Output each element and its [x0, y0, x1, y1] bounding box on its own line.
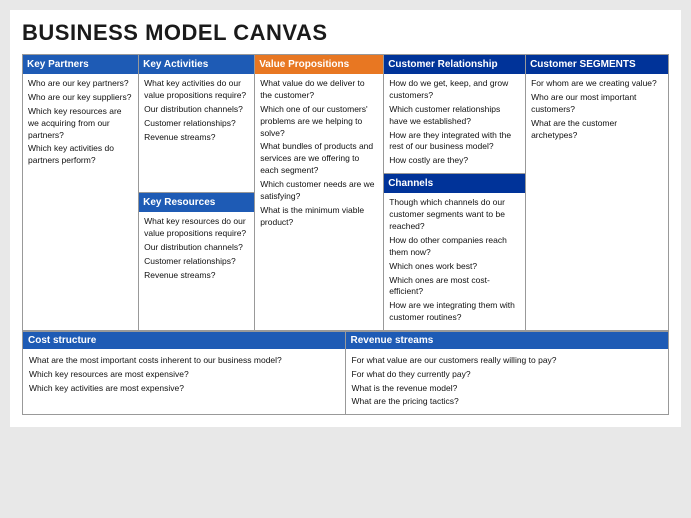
key-partners-body: Who are our key partners? Who are our ke… — [23, 74, 138, 330]
ch-item-5: How are we integrating them with custome… — [389, 300, 520, 324]
customer-segments-body: For whom are we creating value? Who are … — [526, 74, 668, 147]
vp-item-1: What value do we deliver to the customer… — [260, 78, 378, 102]
cost-structure-body: What are the most important costs inhere… — [23, 349, 345, 400]
key-resources-body: What key resources do our value proposit… — [139, 212, 254, 330]
key-activities-item-2: Our distribution channels? — [144, 104, 249, 116]
key-partners-item-4: Which key activities do partners perform… — [28, 143, 133, 167]
channels-body: Though which channels do our customer se… — [384, 193, 525, 330]
ch-item-1: Though which channels do our customer se… — [389, 197, 520, 233]
cost-item-2: Which key resources are most expensive? — [29, 368, 339, 381]
key-activities-item-4: Revenue streams? — [144, 132, 249, 144]
ch-item-2: How do other companies reach them now? — [389, 235, 520, 259]
cr-item-1: How do we get, keep, and grow customers? — [389, 78, 520, 102]
key-resources-item-3: Customer relationships? — [144, 256, 249, 268]
key-activities-item-3: Customer relationships? — [144, 118, 249, 130]
cr-item-2: Which customer relationships have we est… — [389, 104, 520, 128]
activities-resources-column: Key Activities What key activities do ou… — [139, 55, 255, 330]
ch-item-3: Which ones work best? — [389, 261, 520, 273]
key-resources-item-2: Our distribution channels? — [144, 242, 249, 254]
key-resources-cell: Key Resources What key resources do our … — [139, 193, 254, 330]
key-partners-item-1: Who are our key partners? — [28, 78, 133, 90]
cr-item-4: How costly are they? — [389, 155, 520, 167]
cost-structure-header: Cost structure — [23, 332, 345, 349]
customer-segments-header: Customer SEGMENTS — [526, 55, 668, 74]
revenue-streams-body: For what value are our customers really … — [346, 349, 669, 414]
key-resources-item-4: Revenue streams? — [144, 270, 249, 282]
key-partners-item-2: Who are our key suppliers? — [28, 92, 133, 104]
cs-item-1: For whom are we creating value? — [531, 78, 663, 90]
cs-item-2: Who are our most important customers? — [531, 92, 663, 116]
cr-item-3: How are they integrated with the rest of… — [389, 130, 520, 154]
key-activities-body: What key activities do our value proposi… — [139, 74, 254, 192]
key-partners-column: Key Partners Who are our key partners? W… — [23, 55, 139, 330]
channels-cell: Channels Though which channels do our cu… — [384, 174, 525, 330]
customer-relationship-cell: Customer Relationship How do we get, kee… — [384, 55, 525, 174]
revenue-item-2: For what do they currently pay? — [352, 368, 663, 381]
key-activities-item-1: What key activities do our value proposi… — [144, 78, 249, 102]
value-propositions-body: What value do we deliver to the customer… — [255, 74, 383, 235]
vp-item-5: What is the minimum viable product? — [260, 205, 378, 229]
canvas-grid: Key Partners Who are our key partners? W… — [22, 54, 669, 415]
vp-item-3: What bundles of products and services ar… — [260, 141, 378, 177]
key-partners-header: Key Partners — [23, 55, 138, 74]
revenue-item-4: What are the pricing tactics? — [352, 395, 663, 408]
vp-item-4: Which customer needs are we satisfying? — [260, 179, 378, 203]
bottom-section: Cost structure What are the most importa… — [23, 332, 668, 414]
key-activities-header: Key Activities — [139, 55, 254, 74]
vp-item-2: Which one of our customers' problems are… — [260, 104, 378, 140]
customer-relationship-body: How do we get, keep, and grow customers?… — [384, 74, 525, 173]
page-title: BUSINESS MODEL CANVAS — [22, 20, 669, 46]
cost-item-3: Which key activities are most expensive? — [29, 382, 339, 395]
slide: BUSINESS MODEL CANVAS Key Partners Who a… — [10, 10, 681, 427]
revenue-item-1: For what value are our customers really … — [352, 354, 663, 367]
customer-segments-column: Customer SEGMENTS For whom are we creati… — [526, 55, 668, 330]
value-propositions-header: Value Propositions — [255, 55, 383, 74]
key-resources-item-1: What key resources do our value proposit… — [144, 216, 249, 240]
key-activities-cell: Key Activities What key activities do ou… — [139, 55, 254, 193]
revenue-streams-column: Revenue streams For what value are our c… — [346, 332, 669, 414]
customer-relationship-header: Customer Relationship — [384, 55, 525, 74]
channels-header: Channels — [384, 174, 525, 193]
key-resources-header: Key Resources — [139, 193, 254, 212]
key-partners-item-3: Which key resources are we acquiring fro… — [28, 106, 133, 142]
value-propositions-column: Value Propositions What value do we deli… — [255, 55, 384, 330]
revenue-item-3: What is the revenue model? — [352, 382, 663, 395]
cs-item-3: What are the customer archetypes? — [531, 118, 663, 142]
revenue-streams-header: Revenue streams — [346, 332, 669, 349]
cost-structure-column: Cost structure What are the most importa… — [23, 332, 346, 414]
ch-item-4: Which ones are most cost-efficient? — [389, 275, 520, 299]
cost-item-1: What are the most important costs inhere… — [29, 354, 339, 367]
relationship-channels-column: Customer Relationship How do we get, kee… — [384, 55, 526, 330]
top-section: Key Partners Who are our key partners? W… — [23, 55, 668, 332]
